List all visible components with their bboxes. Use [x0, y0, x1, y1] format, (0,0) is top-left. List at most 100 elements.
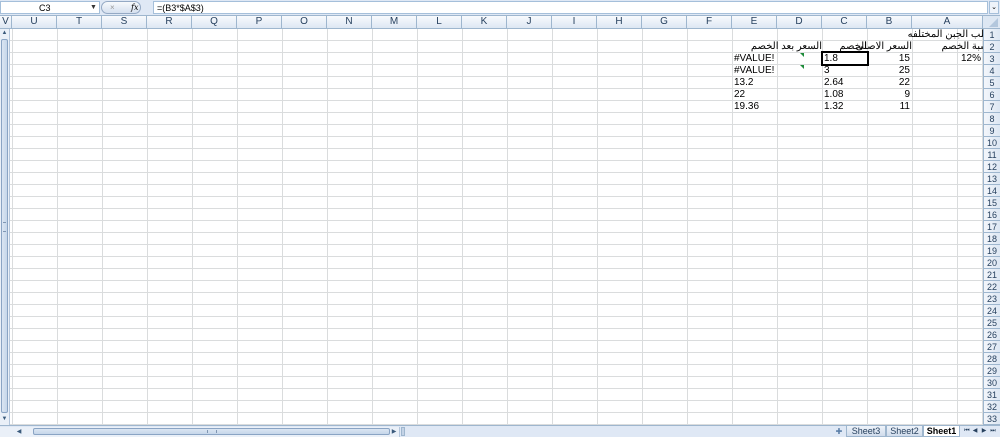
cell-C6[interactable]: 1.08: [822, 89, 867, 101]
first-sheet-icon[interactable]: ⏮: [963, 427, 971, 436]
row-header-25[interactable]: 25: [984, 317, 1000, 329]
cell-E3[interactable]: #VALUE!: [732, 53, 777, 65]
row-header-24[interactable]: 24: [984, 305, 1000, 317]
row-header-19[interactable]: 19: [984, 245, 1000, 257]
column-header-E[interactable]: E: [732, 16, 777, 28]
vertical-scrollbar[interactable]: ▲ ▼: [0, 29, 10, 425]
column-header-H[interactable]: H: [597, 16, 642, 28]
row-header-11[interactable]: 11: [984, 149, 1000, 161]
row-header-33[interactable]: 33: [984, 413, 1000, 425]
cell-B6[interactable]: 9: [867, 89, 912, 101]
column-header-F[interactable]: F: [687, 16, 732, 28]
row-header-10[interactable]: 10: [984, 137, 1000, 149]
cell-E5[interactable]: 13.2: [732, 77, 777, 89]
chevron-down-icon[interactable]: ⌄: [989, 1, 999, 14]
row-header-5[interactable]: 5: [984, 77, 1000, 89]
row-header-14[interactable]: 14: [984, 185, 1000, 197]
column-header-S[interactable]: S: [102, 16, 147, 28]
row-header-4[interactable]: 4: [984, 65, 1000, 77]
row-header-12[interactable]: 12: [984, 161, 1000, 173]
column-header-R[interactable]: R: [147, 16, 192, 28]
row-header-9[interactable]: 9: [984, 125, 1000, 137]
row-header-21[interactable]: 21: [984, 269, 1000, 281]
cell-E6[interactable]: 22: [732, 89, 777, 101]
column-header-L[interactable]: L: [417, 16, 462, 28]
row-header-6[interactable]: 6: [984, 89, 1000, 101]
sheet-tab-sheet1[interactable]: Sheet1: [923, 426, 960, 437]
insert-sheet-icon[interactable]: ✚: [832, 426, 846, 437]
cell-C3[interactable]: 1.8: [822, 53, 867, 65]
sheet-tab-sheet2[interactable]: Sheet2: [886, 426, 923, 437]
row-header-3[interactable]: 3: [984, 53, 1000, 65]
column-header-A[interactable]: A: [912, 16, 983, 28]
sheet-tab-sheet3[interactable]: Sheet3: [846, 426, 886, 437]
cell-B5[interactable]: 22: [867, 77, 912, 89]
scroll-right-icon[interactable]: ▶: [389, 427, 399, 437]
cell-D2[interactable]: السعر بعد الخصم: [737, 41, 824, 53]
row-header-16[interactable]: 16: [984, 209, 1000, 221]
cell-B7[interactable]: 11: [867, 101, 912, 113]
row-header-13[interactable]: 13: [984, 173, 1000, 185]
error-indicator-icon[interactable]: [800, 65, 804, 69]
vertical-scroll-thumb[interactable]: [1, 39, 8, 413]
column-header-K[interactable]: K: [462, 16, 507, 28]
row-header-29[interactable]: 29: [984, 365, 1000, 377]
row-header-30[interactable]: 30: [984, 377, 1000, 389]
cancel-icon[interactable]: ×: [110, 2, 115, 13]
cell-E7[interactable]: 19.36: [732, 101, 777, 113]
cell-A3[interactable]: 12%: [912, 53, 983, 65]
cell-grid[interactable]: علب الجبن المختلفه نسبة الخصم السعر الاص…: [10, 29, 983, 425]
cell-B1[interactable]: علب الجبن المختلفه: [867, 29, 983, 41]
column-header-P[interactable]: P: [237, 16, 282, 28]
column-header-G[interactable]: G: [642, 16, 687, 28]
previous-sheet-icon[interactable]: ◀: [971, 427, 979, 436]
column-header-C[interactable]: C: [822, 16, 867, 28]
last-sheet-icon[interactable]: ⏭: [989, 427, 997, 436]
row-header-23[interactable]: 23: [984, 293, 1000, 305]
horizontal-scrollbar[interactable]: ◀ ▶: [0, 427, 400, 437]
scroll-up-icon[interactable]: ▲: [0, 29, 9, 38]
cell-E4[interactable]: #VALUE!: [732, 65, 777, 77]
cell-B4[interactable]: 25: [867, 65, 912, 77]
select-all-button[interactable]: [983, 16, 1000, 28]
cell-C7[interactable]: 1.32: [822, 101, 867, 113]
error-indicator-icon[interactable]: [800, 53, 804, 57]
row-header-20[interactable]: 20: [984, 257, 1000, 269]
row-header-22[interactable]: 22: [984, 281, 1000, 293]
scroll-left-icon[interactable]: ◀: [14, 427, 24, 437]
column-header-U[interactable]: U: [12, 16, 57, 28]
cell-B3[interactable]: 15: [867, 53, 912, 65]
row-header-7[interactable]: 7: [984, 101, 1000, 113]
row-header-1[interactable]: 1: [984, 29, 1000, 41]
row-header-15[interactable]: 15: [984, 197, 1000, 209]
cell-A2[interactable]: نسبة الخصم: [912, 41, 983, 53]
column-header-J[interactable]: J: [507, 16, 552, 28]
column-header-B[interactable]: B: [867, 16, 912, 28]
column-header-I[interactable]: I: [552, 16, 597, 28]
row-header-17[interactable]: 17: [984, 221, 1000, 233]
insert-function-button[interactable]: fx: [131, 2, 138, 13]
scroll-down-icon[interactable]: ▼: [0, 415, 9, 424]
row-header-18[interactable]: 18: [984, 233, 1000, 245]
cell-B2[interactable]: السعر الاصلى: [856, 41, 914, 53]
row-header-27[interactable]: 27: [984, 341, 1000, 353]
column-header-D[interactable]: D: [777, 16, 822, 28]
row-header-28[interactable]: 28: [984, 353, 1000, 365]
column-header-T[interactable]: T: [57, 16, 102, 28]
column-header-V[interactable]: V: [0, 16, 12, 28]
row-header-2[interactable]: 2: [984, 41, 1000, 53]
cell-C5[interactable]: 2.64: [822, 77, 867, 89]
cell-C4[interactable]: 3: [822, 65, 867, 77]
row-header-26[interactable]: 26: [984, 329, 1000, 341]
column-header-M[interactable]: M: [372, 16, 417, 28]
name-box-dropdown-icon[interactable]: ▼: [90, 2, 97, 14]
horizontal-scroll-thumb[interactable]: [33, 428, 390, 435]
column-header-O[interactable]: O: [282, 16, 327, 28]
row-header-31[interactable]: 31: [984, 389, 1000, 401]
row-header-8[interactable]: 8: [984, 113, 1000, 125]
column-header-N[interactable]: N: [327, 16, 372, 28]
column-header-Q[interactable]: Q: [192, 16, 237, 28]
row-header-32[interactable]: 32: [984, 401, 1000, 413]
name-box[interactable]: C3 ▼: [0, 1, 100, 14]
tab-split-handle[interactable]: [401, 427, 405, 436]
